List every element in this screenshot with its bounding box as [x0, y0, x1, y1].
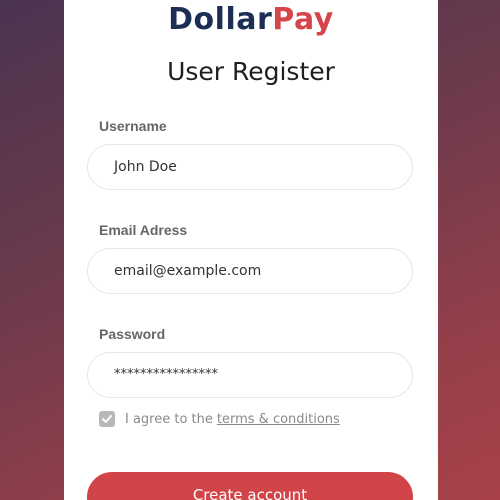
terms-link[interactable]: terms & conditions — [217, 412, 340, 427]
username-field[interactable]: John Doe — [87, 144, 413, 190]
email-label: Email Adress — [99, 222, 188, 238]
email-field[interactable]: email@example.com — [87, 248, 413, 294]
brand-name-pay: Pay — [272, 2, 334, 37]
brand-logo: DollarPay — [64, 2, 438, 38]
create-account-button[interactable]: Create account — [87, 472, 413, 500]
check-icon — [102, 415, 112, 423]
password-field[interactable]: **************** — [87, 352, 413, 398]
brand-name-dollar: Dollar — [168, 2, 273, 37]
terms-checkbox[interactable] — [99, 411, 115, 427]
page-title: User Register — [167, 57, 335, 86]
username-label: Username — [99, 118, 167, 134]
terms-text: I agree to the — [125, 411, 213, 427]
terms-row: I agree to the terms & conditions — [99, 409, 340, 429]
password-label: Password — [99, 326, 166, 342]
register-card: DollarPay User Register Username John Do… — [64, 0, 438, 500]
